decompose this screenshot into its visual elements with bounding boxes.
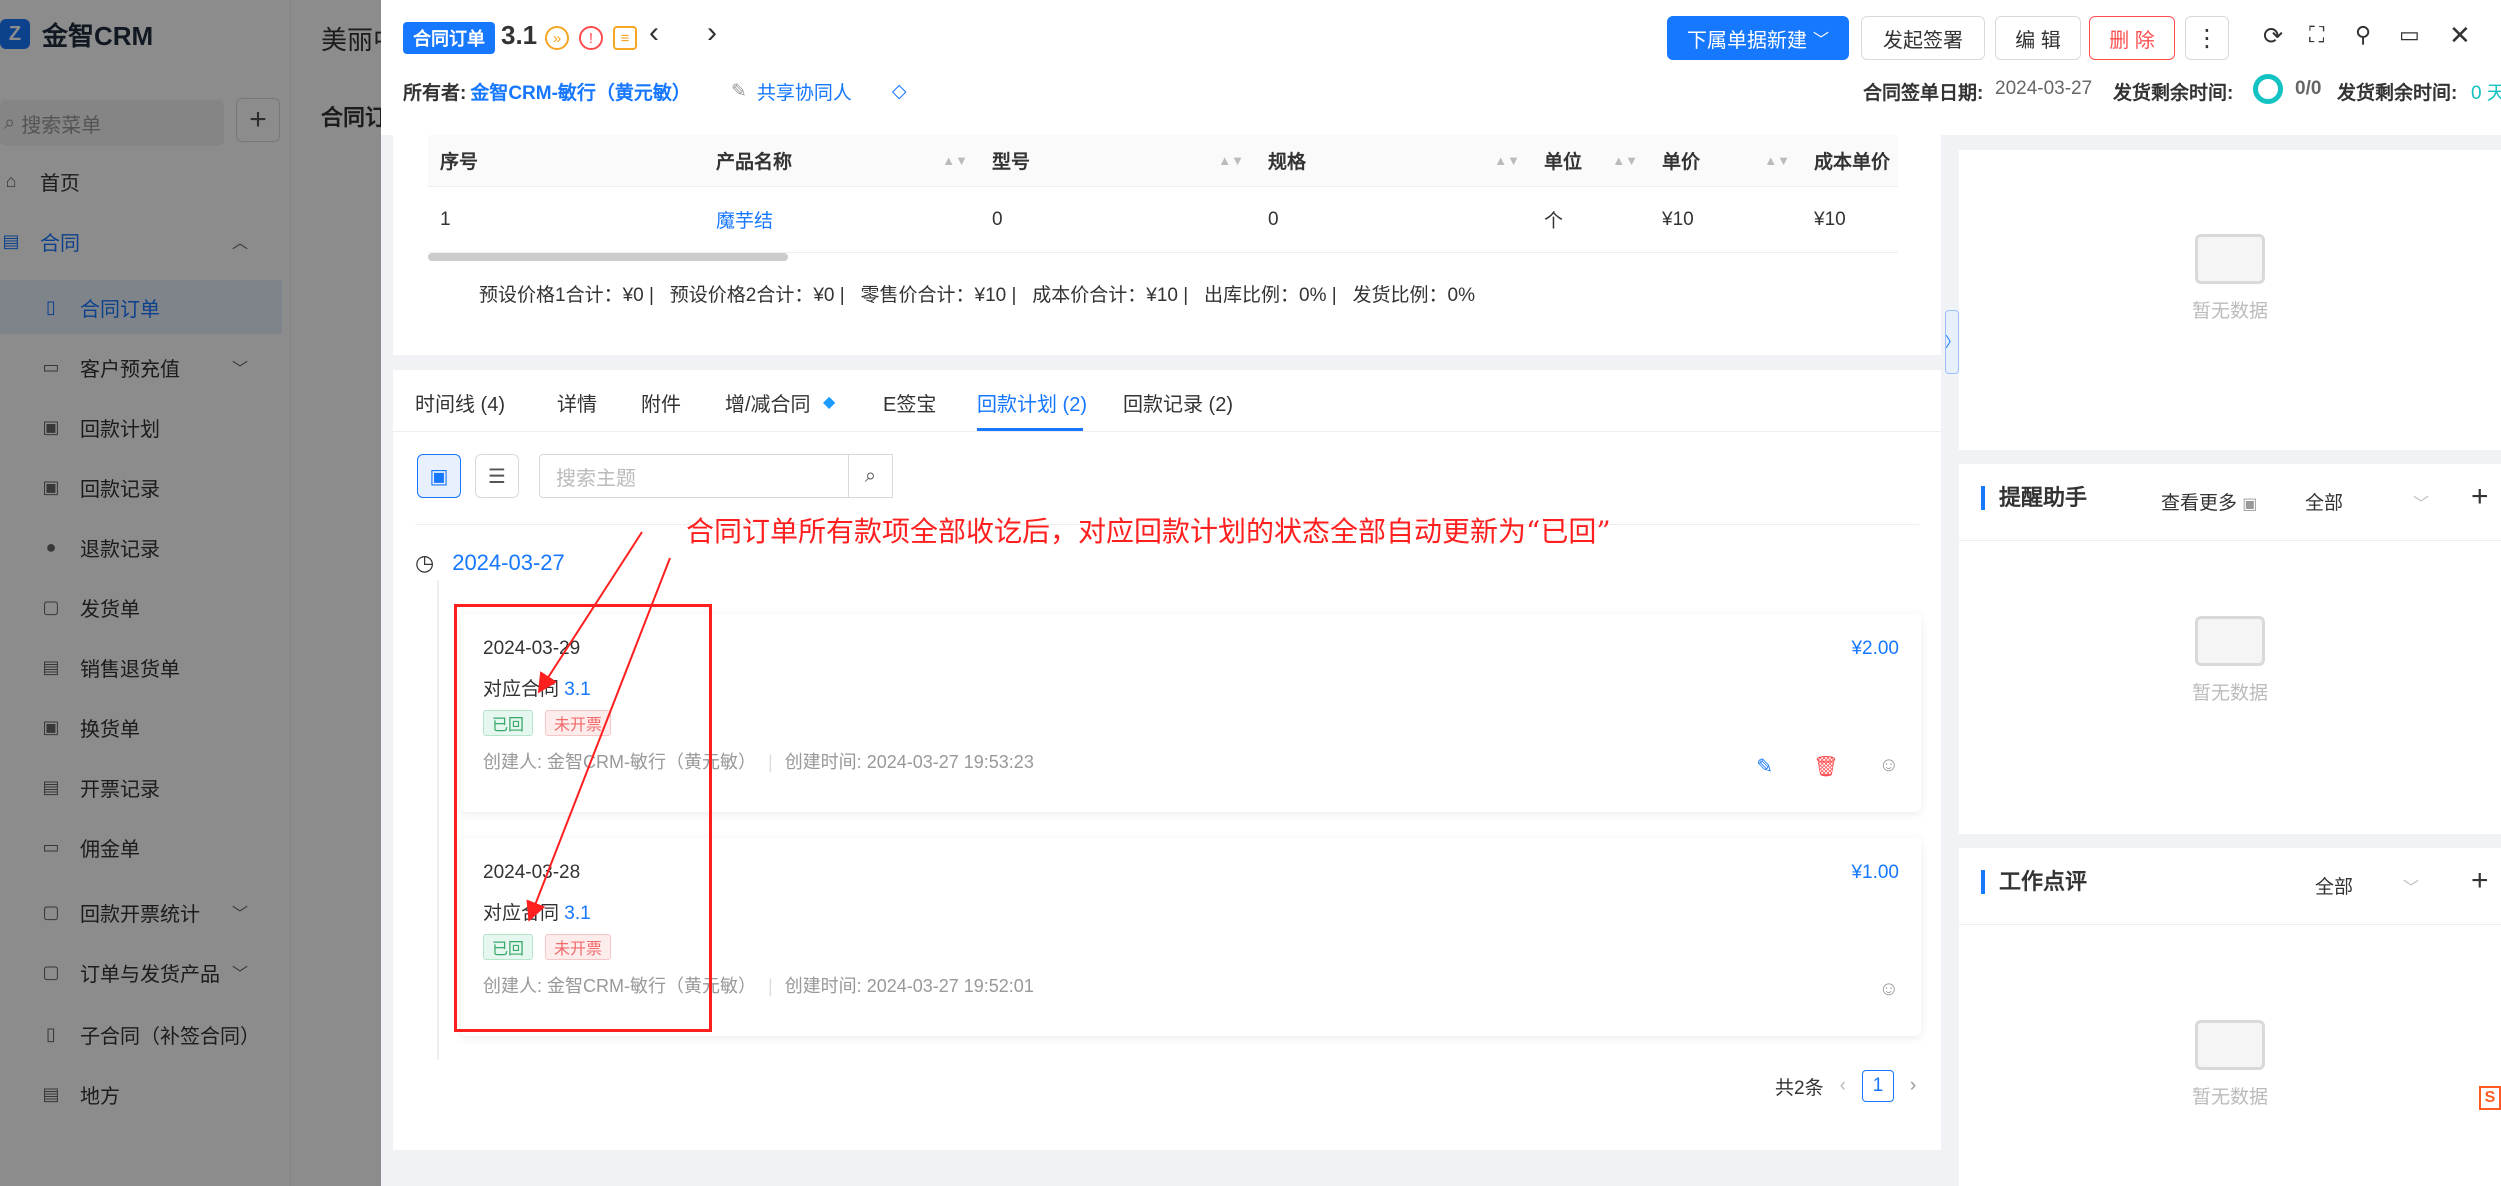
annotation-arrow-2 [526,557,671,922]
annotation-arrows [526,531,671,922]
annotation-arrow-1 [537,531,643,694]
